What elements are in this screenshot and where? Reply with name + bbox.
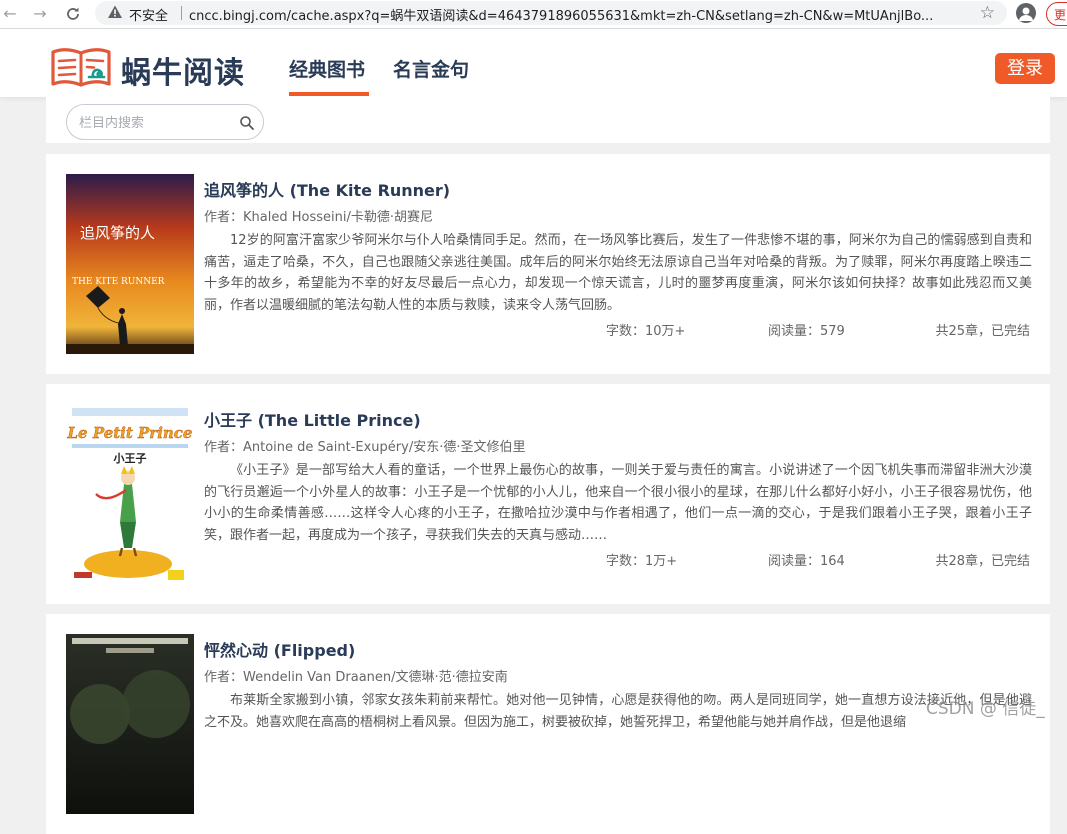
search-box[interactable]	[66, 104, 264, 140]
book-description: 12岁的阿富汗富家少爷阿米尔与仆人哈桑情同手足。然而，在一场风筝比赛后，发生了一…	[204, 233, 1032, 313]
cover-title-cn: 小王子	[113, 451, 147, 465]
security-label[interactable]: 不安全	[129, 5, 168, 24]
book-author: 作者：Khaled Hosseini/卡勒德·胡赛尼	[204, 210, 433, 225]
address-bar[interactable]: 不安全 cncc.bingj.com/cache.aspx?q=蜗牛双语阅读&d…	[95, 1, 1007, 25]
cover-title-cn: 追风筝的人	[80, 224, 155, 242]
tab-famous-quotes[interactable]: 名言金句	[393, 55, 469, 82]
book-cover-little-prince[interactable]: Le Petit Prince 小王子	[66, 404, 194, 584]
logo-book-icon[interactable]	[50, 46, 112, 88]
book-card[interactable]: 怦然心动 (Flipped) 作者：Wendelin Van Draanen/文…	[46, 614, 1050, 834]
read-count: 阅读量：579	[768, 324, 845, 339]
book-title[interactable]: 追风筝的人 (The Kite Runner)	[204, 177, 450, 201]
book-author: 作者：Wendelin Van Draanen/文德琳·范·德拉安南	[204, 670, 508, 685]
book-description: 《小王子》是一部写给大人看的童话，一个世界上最伤心的故事，一则关于爱与责任的寓言…	[204, 463, 1032, 543]
book-title[interactable]: 小王子 (The Little Prince)	[204, 407, 421, 431]
bookmark-star-icon[interactable]: ☆	[980, 2, 995, 24]
book-author: 作者：Antoine de Saint-Exupéry/安东·德·圣文修伯里	[204, 440, 526, 455]
book-card[interactable]: Le Petit Prince 小王子 小王子 (The Little Prin…	[46, 384, 1050, 604]
back-arrow-icon[interactable]: ←	[0, 4, 20, 24]
cover-title-fr: Le Petit Prince	[67, 424, 193, 442]
site-header: 蜗牛阅读 经典图书 名言金句 登录	[0, 29, 1067, 97]
csdn-watermark: CSDN @ 信徒_	[926, 699, 1045, 719]
tab-classic-books[interactable]: 经典图书	[289, 55, 365, 82]
book-title[interactable]: 怦然心动 (Flipped)	[204, 637, 355, 661]
warning-icon[interactable]	[107, 4, 123, 20]
chapter-status: 共25章，已完结	[935, 324, 1030, 339]
chapter-status: 共28章，已完结	[935, 554, 1030, 569]
reload-icon[interactable]	[63, 4, 83, 24]
cover-title-en: THE KITE RUNNER	[72, 277, 165, 287]
logo-text[interactable]: 蜗牛阅读	[121, 48, 245, 92]
profile-avatar-icon[interactable]	[1016, 3, 1036, 23]
omnibox-divider	[181, 6, 182, 20]
active-tab-indicator	[289, 92, 369, 96]
book-cover-flipped[interactable]	[66, 634, 194, 814]
url-text[interactable]: cncc.bingj.com/cache.aspx?q=蜗牛双语阅读&d=464…	[189, 5, 959, 24]
forward-arrow-icon[interactable]: →	[30, 4, 50, 24]
book-cover-kite-runner[interactable]: 追风筝的人 THE KITE RUNNER	[66, 174, 194, 354]
login-button[interactable]: 登录	[995, 53, 1055, 84]
search-icon[interactable]	[239, 115, 255, 131]
word-count: 字数：10万+	[606, 324, 686, 339]
browser-toolbar: ← → 不安全 cncc.bingj.com/cache.aspx?q=蜗牛双语…	[0, 0, 1067, 29]
book-card[interactable]: 追风筝的人 THE KITE RUNNER 追风筝的人 (The Kite Ru…	[46, 154, 1050, 374]
word-count: 字数：1万+	[606, 554, 678, 569]
search-panel	[46, 97, 1050, 143]
update-button[interactable]: 更	[1046, 2, 1067, 26]
read-count: 阅读量：164	[768, 554, 845, 569]
search-input[interactable]	[77, 113, 231, 133]
